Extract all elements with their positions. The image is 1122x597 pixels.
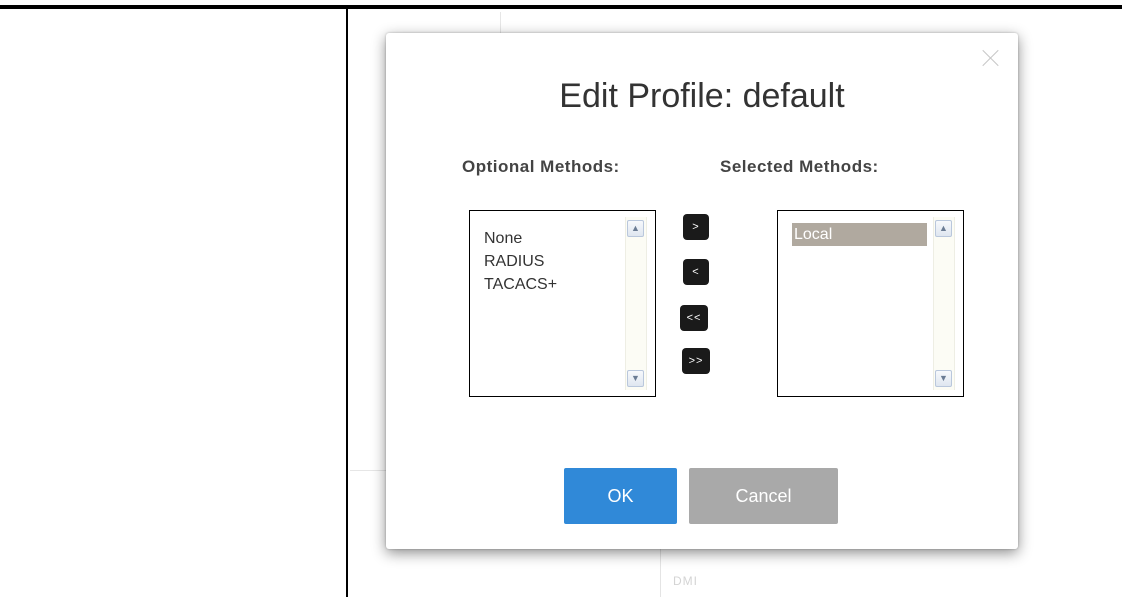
list-item-local[interactable]: Local [792, 223, 927, 246]
move-right-button[interactable]: > [683, 214, 709, 240]
list-item-radius[interactable]: RADIUS [484, 250, 619, 273]
move-all-left-button[interactable]: << [680, 305, 708, 331]
move-all-right-button[interactable]: >> [682, 348, 710, 374]
ok-button[interactable]: OK [564, 468, 677, 524]
optional-methods-list[interactable]: None RADIUS TACACS+ ▲ ▼ [469, 210, 656, 397]
background-divider-horizontal [350, 470, 386, 471]
background-fragment-text: DMI [673, 574, 698, 588]
optional-methods-label: Optional Methods: [462, 157, 620, 176]
selected-methods-list[interactable]: Local ▲ ▼ [777, 210, 964, 397]
top-rule [0, 5, 1122, 9]
scroll-up-arrow-icon[interactable]: ▲ [627, 220, 644, 237]
close-icon[interactable] [982, 49, 1000, 67]
dialog-title: Edit Profile: default [559, 77, 845, 115]
list-item-none[interactable]: None [484, 227, 619, 250]
background-fragment: DMI [660, 548, 721, 597]
scroll-up-arrow-icon[interactable]: ▲ [935, 220, 952, 237]
left-rule [346, 9, 348, 597]
scroll-down-arrow-icon[interactable]: ▼ [627, 370, 644, 387]
selected-list-scrollbar[interactable]: ▲ ▼ [933, 217, 955, 390]
selected-methods-label: Selected Methods: [720, 157, 879, 176]
optional-list-scrollbar[interactable]: ▲ ▼ [625, 217, 647, 390]
list-item-tacacs[interactable]: TACACS+ [484, 273, 619, 296]
edit-profile-dialog: Edit Profile: default Optional Methods: … [386, 33, 1018, 549]
move-left-button[interactable]: < [683, 259, 709, 285]
scroll-down-arrow-icon[interactable]: ▼ [935, 370, 952, 387]
cancel-button[interactable]: Cancel [689, 468, 838, 524]
